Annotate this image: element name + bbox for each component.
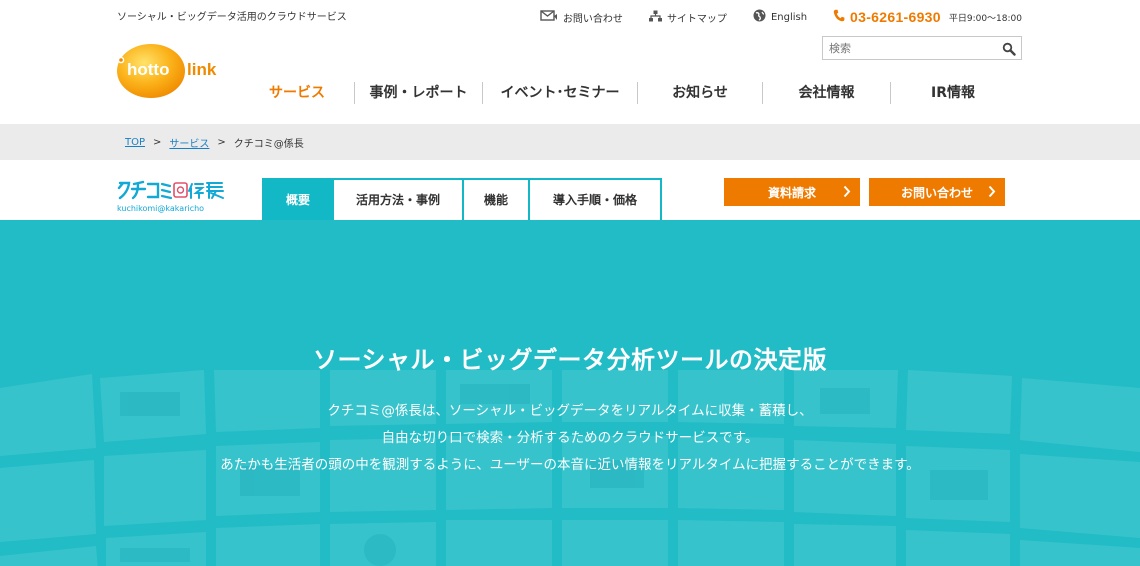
- search-icon[interactable]: [1002, 41, 1016, 60]
- nav-item-events[interactable]: イベント･セミナー: [483, 81, 637, 105]
- english-link-label: English: [770, 11, 808, 23]
- request-materials-label: 資料請求: [767, 185, 816, 200]
- english-link[interactable]: English: [753, 9, 807, 25]
- phone-number[interactable]: 03-6261-6930: [850, 9, 941, 25]
- phone-icon: [833, 9, 845, 25]
- breadcrumb-separator: >: [217, 137, 226, 148]
- hero-line: 自由な切り口で検索・分析するためのクラウドサービスです。: [381, 430, 759, 446]
- globe-icon: [753, 9, 766, 25]
- tab-overview[interactable]: 概要: [264, 180, 332, 220]
- sitemap-icon: [648, 10, 662, 25]
- nav-item-cases[interactable]: 事例・レポート: [355, 81, 482, 105]
- hero-line: あたかも生活者の頭の中を観測するように、ユーザーの本音に近い情報をリアルタイムに…: [220, 457, 920, 473]
- nav-item-ir[interactable]: IR情報: [891, 81, 1015, 105]
- sitemap-link-label: サイトマップ: [666, 13, 727, 25]
- product-logo[interactable]: kuchikomi@kakaricho: [116, 180, 228, 214]
- tab-use-cases[interactable]: 活用方法・事例: [332, 180, 462, 220]
- breadcrumb: TOP > サービス > クチコミ@係長: [125, 135, 304, 150]
- tab-features[interactable]: 機能: [462, 180, 528, 220]
- breadcrumb-current: クチコミ@係長: [233, 139, 304, 150]
- hero-line: クチコミ@係長は、ソーシャル・ビッグデータをリアルタイムに収集・蓄積し、: [327, 403, 813, 419]
- hero-section: ソーシャル・ビッグデータ分析ツールの決定版 クチコミ@係長は、ソーシャル・ビッグ…: [0, 220, 1140, 566]
- contact-button[interactable]: お問い合わせ: [869, 178, 1005, 206]
- breadcrumb-separator: >: [153, 137, 162, 148]
- hottolink-logo[interactable]: hotto link: [116, 40, 228, 100]
- request-materials-button[interactable]: 資料請求: [724, 178, 860, 206]
- mail-icon: [540, 9, 558, 25]
- contact-button-label: お問い合わせ: [900, 185, 973, 200]
- breadcrumb-bar: TOP > サービス > クチコミ@係長: [0, 124, 1140, 160]
- hero-title: ソーシャル・ビッグデータ分析ツールの決定版: [312, 346, 828, 374]
- product-tabs: 概要 活用方法・事例 機能 導入手順・価格: [262, 178, 662, 220]
- main-nav: サービス 事例・レポート イベント･セミナー お知らせ 会社情報 IR情報: [240, 80, 1015, 106]
- contact-link-label: お問い合わせ: [562, 13, 623, 25]
- contact-link[interactable]: お問い合わせ: [540, 9, 623, 25]
- nav-item-news[interactable]: お知らせ: [638, 81, 762, 105]
- hero-description: クチコミ@係長は、ソーシャル・ビッグデータをリアルタイムに収集・蓄積し、 自由な…: [0, 398, 1140, 479]
- logo-text-hotto: hotto: [127, 60, 169, 79]
- search-box: [822, 36, 1022, 60]
- breadcrumb-top-link[interactable]: TOP: [125, 137, 145, 148]
- phone-info: 03-6261-6930 平日9:00〜18:00: [833, 9, 1022, 25]
- sitemap-link[interactable]: サイトマップ: [648, 10, 727, 25]
- chevron-right-icon: [843, 185, 851, 201]
- breadcrumb-service-link[interactable]: サービス: [169, 135, 209, 150]
- site-tagline: ソーシャル・ビッグデータ活用のクラウドサービス: [117, 12, 347, 23]
- nav-item-service[interactable]: サービス: [240, 81, 354, 105]
- search-input[interactable]: [823, 37, 993, 60]
- logo-text-link: link: [187, 60, 217, 79]
- tab-pricing[interactable]: 導入手順・価格: [528, 180, 660, 220]
- product-logo-subtext: kuchikomi@kakaricho: [117, 204, 204, 213]
- phone-hours: 平日9:00〜18:00: [948, 13, 1022, 24]
- chevron-right-icon: [988, 185, 996, 201]
- nav-item-company[interactable]: 会社情報: [763, 81, 890, 105]
- utility-links: お問い合わせ サイトマップ English 03-6261-6930 平日9:0…: [540, 9, 1022, 25]
